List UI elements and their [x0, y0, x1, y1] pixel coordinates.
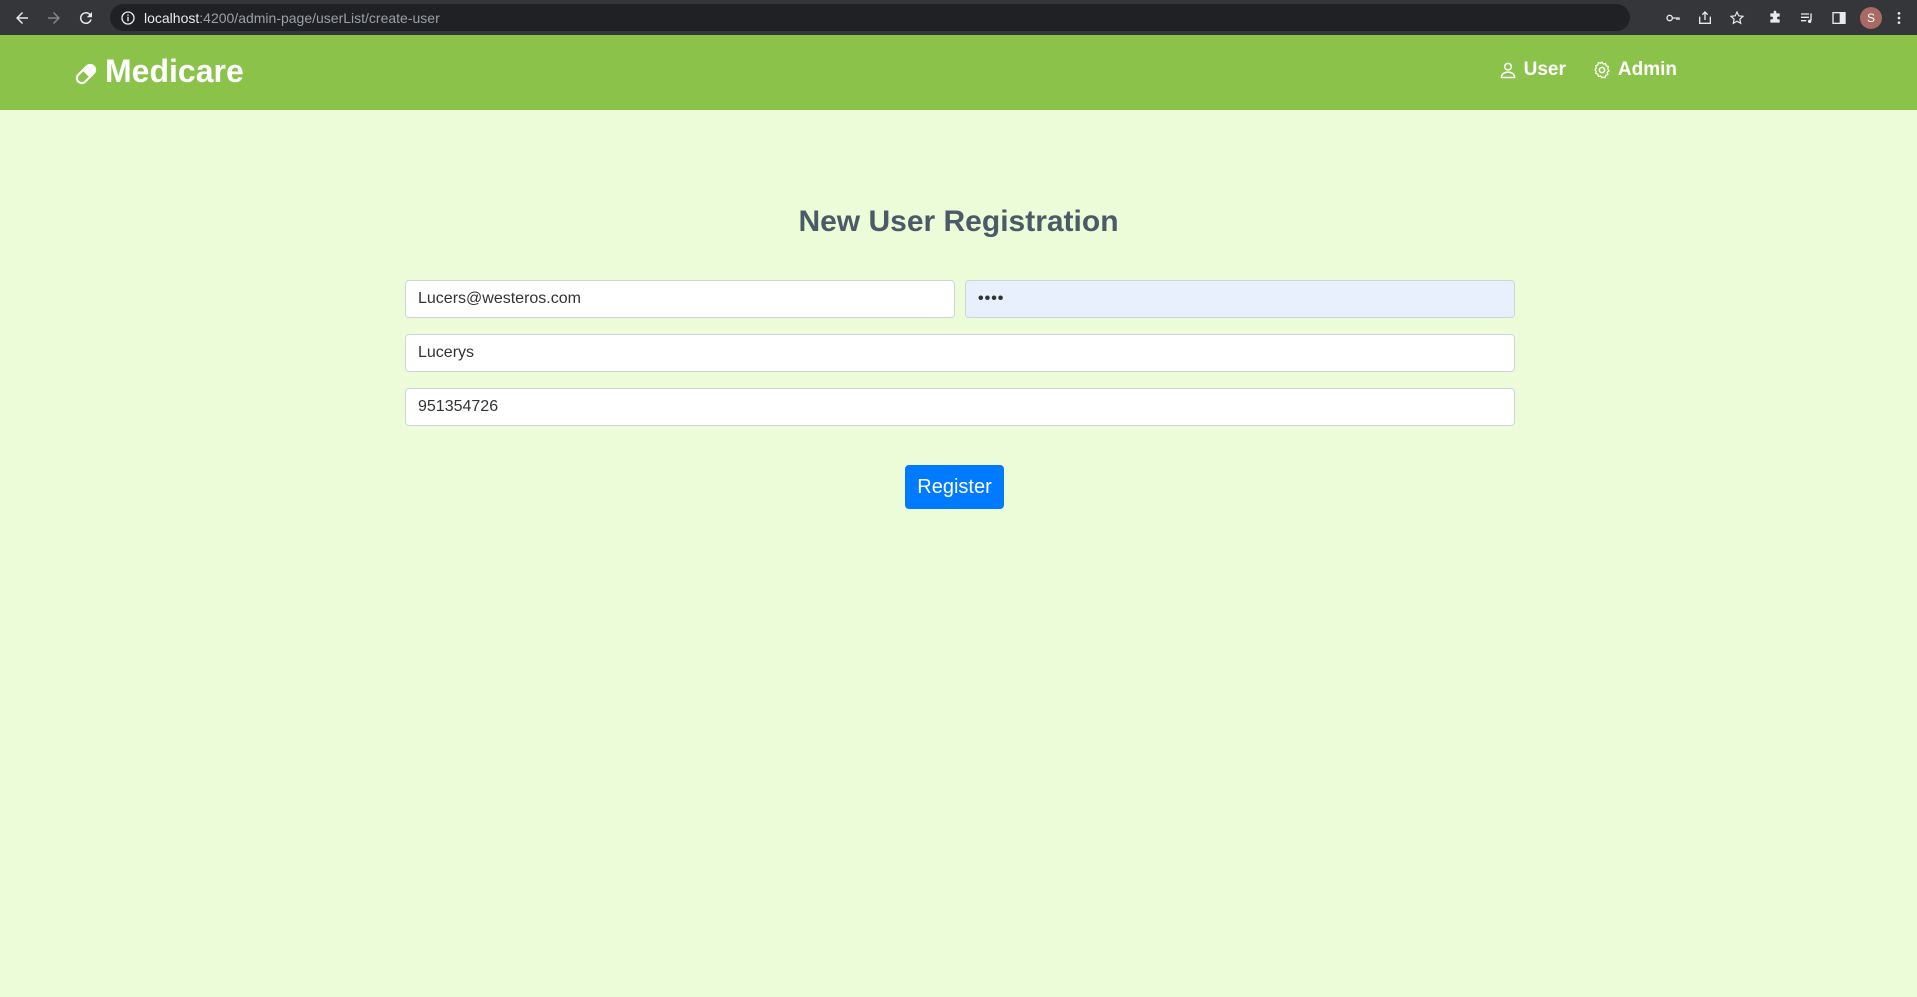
gear-icon: [1594, 61, 1610, 79]
nav-user-label: User: [1523, 59, 1566, 80]
arrow-left-icon: [16, 11, 28, 24]
user-icon: [1500, 62, 1516, 79]
forward-button[interactable]: [40, 4, 68, 32]
puzzle-icon: [1770, 10, 1780, 23]
arrow-right-icon: [48, 11, 60, 24]
password-key-button[interactable]: [1657, 0, 1689, 35]
url-path: :4200/admin-page/userList/create-user: [199, 9, 440, 26]
nav-admin-link[interactable]: Admin: [1592, 59, 1677, 81]
password-field[interactable]: [965, 280, 1515, 318]
reload-icon: [79, 11, 92, 24]
extensions-button[interactable]: [1759, 0, 1791, 35]
register-button[interactable]: Register: [905, 465, 1004, 509]
url-host: localhost: [144, 9, 200, 26]
browser-actions: S: [1657, 0, 1917, 35]
key-icon: [1666, 14, 1680, 21]
header-nav: User Admin: [1472, 59, 1677, 81]
side-panel-button[interactable]: [1823, 0, 1855, 35]
browser-toolbar: localhost:4200/admin-page/userList/creat…: [0, 0, 1917, 35]
menu-button[interactable]: [1887, 0, 1911, 35]
kebab-menu-icon: [1897, 11, 1901, 24]
phone-field[interactable]: [405, 388, 1515, 426]
pill-icon: [75, 63, 97, 84]
nav-admin-label: Admin: [1617, 59, 1677, 80]
page-title: New User Registration: [798, 205, 1119, 238]
playlist-icon: [1801, 12, 1812, 23]
back-button[interactable]: [8, 4, 36, 32]
profile-avatar[interactable]: S: [1860, 6, 1882, 29]
reload-button[interactable]: [72, 4, 100, 32]
media-button[interactable]: [1791, 0, 1823, 35]
side-panel-icon: [1832, 11, 1846, 24]
brand-name: Medicare: [105, 53, 244, 89]
bookmark-button[interactable]: [1721, 0, 1753, 35]
nav-user-link[interactable]: User: [1498, 59, 1566, 81]
star-icon: [1729, 10, 1745, 24]
app-header: Medicare User Admin: [0, 35, 1917, 110]
info-icon: [121, 10, 135, 25]
brand-link[interactable]: Medicare: [73, 53, 244, 90]
email-field[interactable]: [405, 280, 955, 318]
name-field[interactable]: [405, 334, 1515, 372]
address-bar[interactable]: localhost:4200/admin-page/userList/creat…: [110, 4, 1630, 31]
share-icon: [1699, 10, 1711, 24]
share-button[interactable]: [1689, 0, 1721, 35]
